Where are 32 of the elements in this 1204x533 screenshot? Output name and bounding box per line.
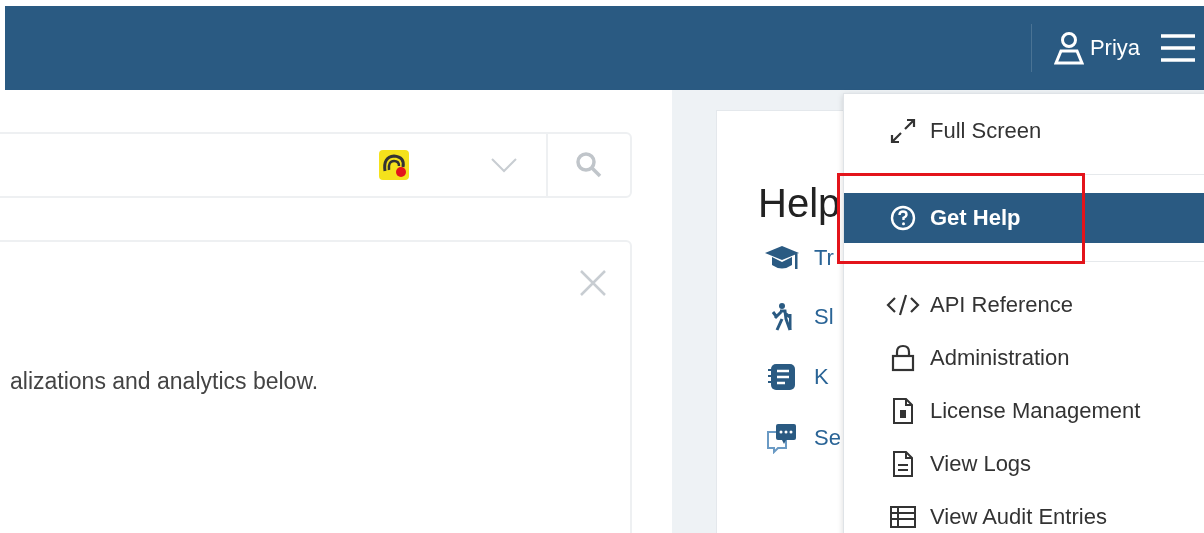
user-menu[interactable]: Priya [1053, 31, 1140, 65]
user-icon [1053, 31, 1084, 65]
help-link[interactable]: Se [814, 425, 841, 451]
menu-item[interactable]: Full Screen [844, 105, 1204, 157]
help-icon [890, 205, 916, 231]
menu-icon[interactable] [1160, 33, 1196, 63]
search-bar[interactable] [0, 132, 632, 198]
expand-icon [889, 117, 917, 145]
graduation-cap-icon [764, 244, 800, 272]
menu-item[interactable]: View Logs [844, 437, 1204, 490]
table-icon [889, 504, 917, 529]
menu-item[interactable]: Get Help [844, 193, 1204, 243]
code-icon [886, 292, 920, 317]
notebook-icon [767, 362, 797, 392]
hiker-icon [769, 302, 795, 332]
document-icon [892, 449, 914, 478]
welcome-text: alizations and analytics below. [10, 368, 319, 394]
app-icon [378, 149, 410, 181]
menu-item[interactable]: Administration [844, 331, 1204, 384]
help-link[interactable]: Tr [814, 245, 834, 271]
chevron-down-icon[interactable] [490, 157, 518, 173]
close-icon[interactable] [578, 268, 608, 298]
document-icon [892, 396, 914, 425]
menu-item[interactable]: API Reference [844, 278, 1204, 331]
help-link[interactable]: K [814, 364, 829, 390]
help-title: Help [758, 181, 841, 226]
search-icon [575, 151, 603, 179]
menu-item[interactable]: License Management [844, 384, 1204, 437]
chat-icon [766, 422, 798, 454]
menu-item[interactable]: View Audit Entries [844, 490, 1204, 533]
lock-icon [891, 343, 915, 372]
help-link[interactable]: Sl [814, 304, 834, 330]
